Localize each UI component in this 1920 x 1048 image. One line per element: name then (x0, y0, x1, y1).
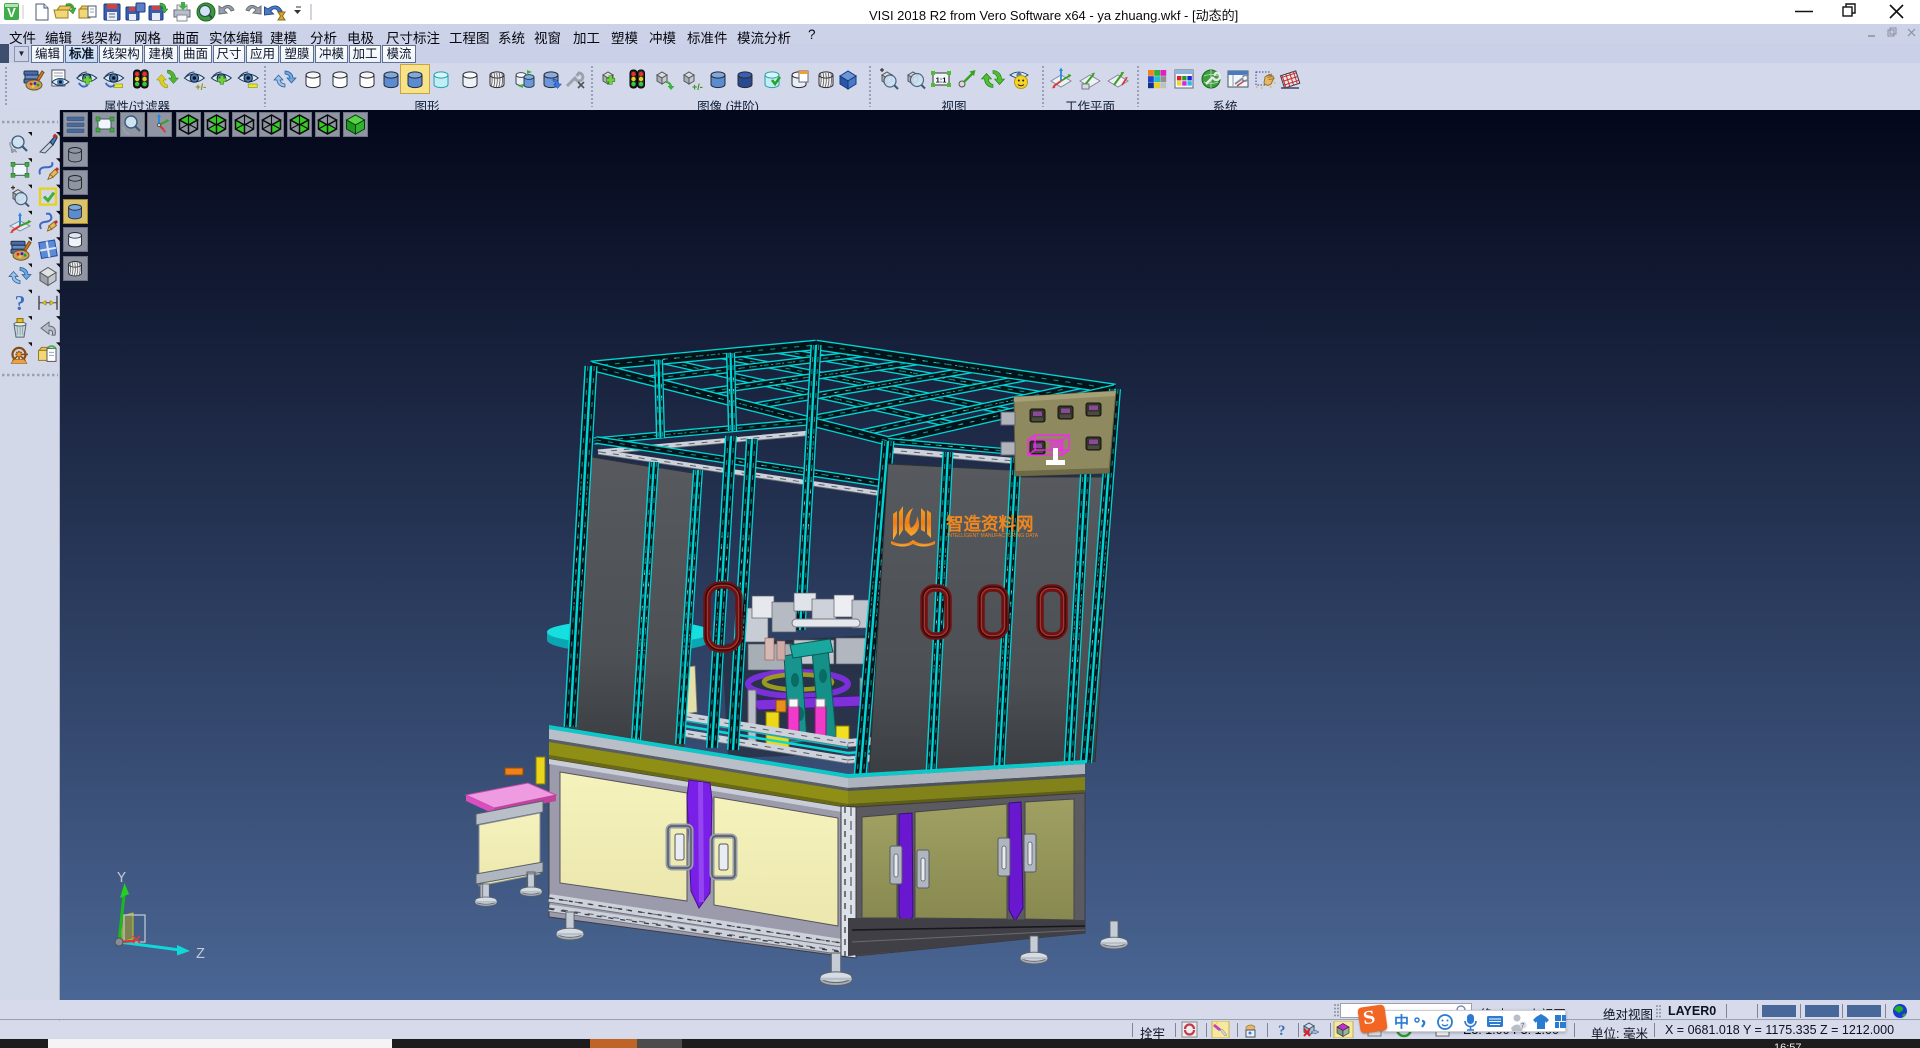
svg-text:INTELLIGENT MANUFACTURING DATA: INTELLIGENT MANUFACTURING DATA (947, 533, 1039, 539)
svg-text:?: ? (15, 291, 26, 315)
svg-text:V: V (7, 5, 16, 20)
svg-text:智造资料网: 智造资料网 (946, 514, 1034, 534)
svg-text:?: ? (1278, 1023, 1286, 1038)
svg-text:Y: Y (117, 870, 126, 887)
svg-text:中: 中 (1394, 1013, 1409, 1031)
svg-text:Z: Z (196, 946, 205, 963)
